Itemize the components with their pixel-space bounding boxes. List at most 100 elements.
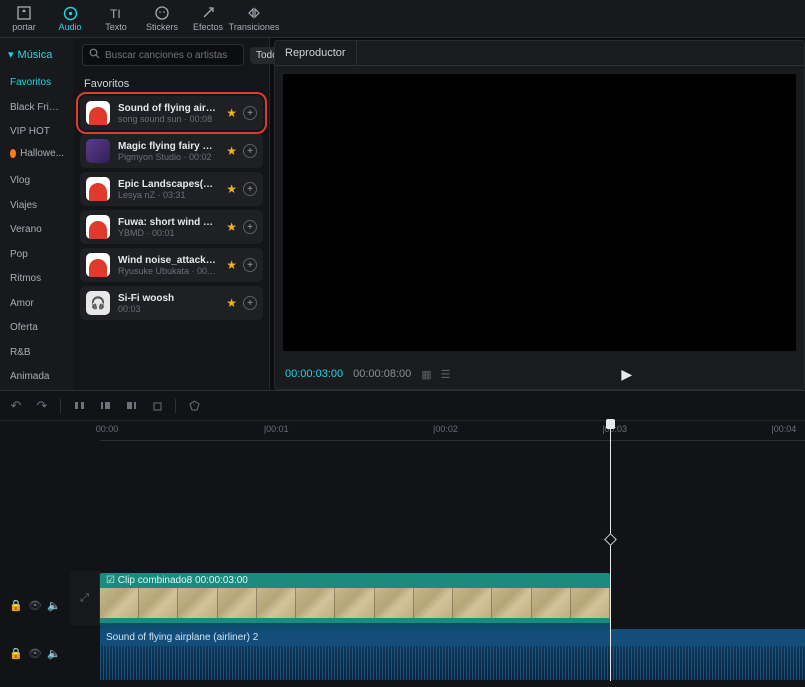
play-button[interactable]: ▶ xyxy=(621,366,632,383)
star-icon[interactable]: ★ xyxy=(226,106,237,120)
tab-transiciones-label: Transiciones xyxy=(229,22,280,32)
star-icon[interactable]: ★ xyxy=(226,182,237,196)
track-list: Sound of flying airplan... song sound su… xyxy=(74,94,269,322)
import-icon xyxy=(16,5,32,21)
stickers-icon xyxy=(154,5,170,21)
ruler-tick: |00:02 xyxy=(433,424,458,434)
redo-button[interactable]: ↷ xyxy=(34,398,50,414)
track-item[interactable]: Sound of flying airplan... song sound su… xyxy=(80,96,263,130)
undo-button[interactable]: ↶ xyxy=(8,398,24,414)
sidebar-item-oferta[interactable]: Oferta xyxy=(6,316,68,335)
track-subtitle: YBMD · 00:01 xyxy=(118,228,218,238)
track-item[interactable]: Fuwa: short wind noise:... YBMD · 00:01 … xyxy=(80,210,263,244)
sidebar-item-favoritos[interactable]: Favoritos xyxy=(6,71,68,90)
trim-start-button[interactable] xyxy=(97,398,113,414)
top-tab-bar: portar Audio TI Texto Stickers Efectos T… xyxy=(0,0,805,38)
sidebar-item-vlog[interactable]: Vlog xyxy=(6,169,68,188)
tab-texto[interactable]: TI Texto xyxy=(96,1,136,37)
sidebar-item-halloween[interactable]: Hallowe... xyxy=(6,145,68,164)
sidebar-item-ritmos[interactable]: Ritmos xyxy=(6,267,68,286)
grid-view-icon[interactable]: ▦ xyxy=(421,368,430,381)
tab-efectos[interactable]: Efectos xyxy=(188,1,228,37)
video-track-header[interactable]: 🔒 👁 🔈 xyxy=(0,585,70,625)
ruler-tick: 00:00 xyxy=(96,424,119,434)
mute-icon[interactable]: 🔈 xyxy=(47,599,61,612)
eye-icon[interactable]: 👁 xyxy=(28,647,42,660)
playhead-handle[interactable] xyxy=(606,419,615,429)
track-thumb: 🎧 xyxy=(86,291,110,315)
audio-track-header[interactable]: 🔒 👁 🔈 xyxy=(0,633,70,673)
lock-icon[interactable]: 🔒 xyxy=(9,647,23,660)
toolbar-separator xyxy=(60,399,61,413)
star-icon[interactable]: ★ xyxy=(226,144,237,158)
tab-audio[interactable]: Audio xyxy=(50,1,90,37)
tab-importar[interactable]: portar xyxy=(4,1,44,37)
add-to-timeline-button[interactable]: + xyxy=(243,182,257,196)
track-subtitle: 00:03 xyxy=(118,304,218,314)
tab-stickers[interactable]: Stickers xyxy=(142,1,182,37)
track-thumb xyxy=(86,215,110,239)
star-icon[interactable]: ★ xyxy=(226,258,237,272)
sidebar-item-animada[interactable]: Animada xyxy=(6,365,68,384)
track-item[interactable]: 🎧 Si-Fi woosh 00:03 ★ + xyxy=(80,286,263,320)
add-to-timeline-button[interactable]: + xyxy=(243,258,257,272)
tab-efectos-label: Efectos xyxy=(193,22,223,32)
delete-button[interactable] xyxy=(149,398,165,414)
add-to-timeline-button[interactable]: + xyxy=(243,220,257,234)
ruler-tick: |00:04 xyxy=(771,424,796,434)
timeline-tracks: 🔒 👁 🔈 🔒 👁 🔈 ⤢ ☑ Clip combinado8 00:00:03… xyxy=(0,441,805,681)
trim-end-button[interactable] xyxy=(123,398,139,414)
player-tab-reproductor[interactable]: Reproductor xyxy=(275,41,357,65)
star-icon[interactable]: ★ xyxy=(226,296,237,310)
track-thumb xyxy=(86,177,110,201)
video-clip-text: Clip combinado8 00:00:03:00 xyxy=(118,575,248,586)
video-clip-label: ☑ Clip combinado8 00:00:03:00 xyxy=(100,573,610,588)
audio-category-sidebar: ▾ Música Favoritos Black Friday VIP HOT … xyxy=(0,38,74,390)
sidebar-item-viphot[interactable]: VIP HOT xyxy=(6,120,68,139)
track-item[interactable]: Epic Landscapes(988822) Lesya nZ · 03:31… xyxy=(80,172,263,206)
track-subtitle: Pigmyon Studio · 00:02 xyxy=(118,152,218,162)
sidebar-item-amor[interactable]: Amor xyxy=(6,292,68,311)
sidebar-item-viajes[interactable]: Viajes xyxy=(6,194,68,213)
timeline-panel: ↶ ↷ 00:00 |00:01 |00:02 |00:03 |00:04 🔒 … xyxy=(0,390,805,687)
audio-library-panel: Todos T# Favoritos Sound of flying airpl… xyxy=(74,38,270,390)
split-button[interactable] xyxy=(71,398,87,414)
list-view-icon[interactable]: ☰ xyxy=(441,368,450,381)
track-title: Si-Fi woosh xyxy=(118,293,218,304)
video-preview[interactable] xyxy=(283,74,796,351)
add-to-timeline-button[interactable]: + xyxy=(243,296,257,310)
add-to-timeline-button[interactable]: + xyxy=(243,106,257,120)
eye-icon[interactable]: 👁 xyxy=(28,599,42,612)
track-item[interactable]: Wind noise_attack_hig... Ryusuke Ubukata… xyxy=(80,248,263,282)
search-icon xyxy=(89,48,100,62)
playhead-marker[interactable] xyxy=(604,533,617,546)
star-icon[interactable]: ★ xyxy=(226,220,237,234)
track-item[interactable]: Magic flying fairy Kupe... Pigmyon Studi… xyxy=(80,134,263,168)
video-track-gutter[interactable]: ⤢ xyxy=(70,571,100,625)
tab-importar-label: portar xyxy=(12,22,36,32)
timeline-ruler[interactable]: 00:00 |00:01 |00:02 |00:03 |00:04 xyxy=(100,421,805,441)
marker-button[interactable] xyxy=(186,398,202,414)
sidebar-item-verano[interactable]: Verano xyxy=(6,218,68,237)
search-box[interactable] xyxy=(82,44,244,66)
mute-icon[interactable]: 🔈 xyxy=(47,647,61,660)
audio-clip[interactable]: Sound of flying airplane (airliner) 2 xyxy=(100,629,805,680)
sidebar-item-blackfriday[interactable]: Black Friday xyxy=(6,96,68,115)
video-clip[interactable]: ☑ Clip combinado8 00:00:03:00 xyxy=(100,573,610,629)
lock-icon[interactable]: 🔒 xyxy=(9,599,23,612)
playhead[interactable] xyxy=(610,421,611,681)
tab-stickers-label: Stickers xyxy=(146,22,178,32)
sidebar-item-rnb[interactable]: R&B xyxy=(6,341,68,360)
sidebar-item-pop[interactable]: Pop xyxy=(6,243,68,262)
tab-transiciones[interactable]: Transiciones xyxy=(234,1,274,37)
ruler-tick: |00:01 xyxy=(264,424,289,434)
tab-texto-label: Texto xyxy=(105,22,127,32)
effects-icon xyxy=(200,5,216,21)
add-to-timeline-button[interactable]: + xyxy=(243,144,257,158)
audio-icon xyxy=(62,5,78,21)
search-input[interactable] xyxy=(105,50,237,61)
sidebar-head-musica[interactable]: ▾ Música xyxy=(6,44,68,65)
audio-waveform xyxy=(100,646,805,680)
expand-icon[interactable]: ⤢ xyxy=(80,592,89,605)
track-title: Fuwa: short wind noise:... xyxy=(118,217,218,228)
